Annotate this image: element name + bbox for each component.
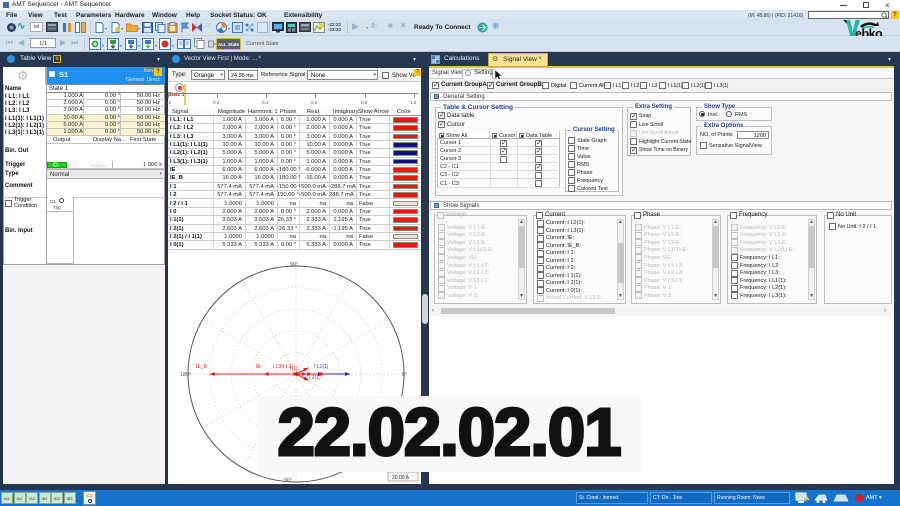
svg-text:0°: 0° — [402, 372, 407, 378]
svg-text:I(1): I(1) — [290, 366, 298, 372]
svg-text:I L1(1): I L1(1) — [314, 364, 329, 370]
svg-text:180°: 180° — [180, 372, 191, 378]
svg-text:I 2(1): I 2(1) — [309, 375, 321, 381]
svg-text:90°: 90° — [290, 262, 298, 268]
svg-text:20.00 A: 20.00 A — [392, 475, 410, 481]
svg-text:IE_B: IE_B — [196, 364, 208, 370]
svg-text:IE: IE — [256, 364, 261, 370]
